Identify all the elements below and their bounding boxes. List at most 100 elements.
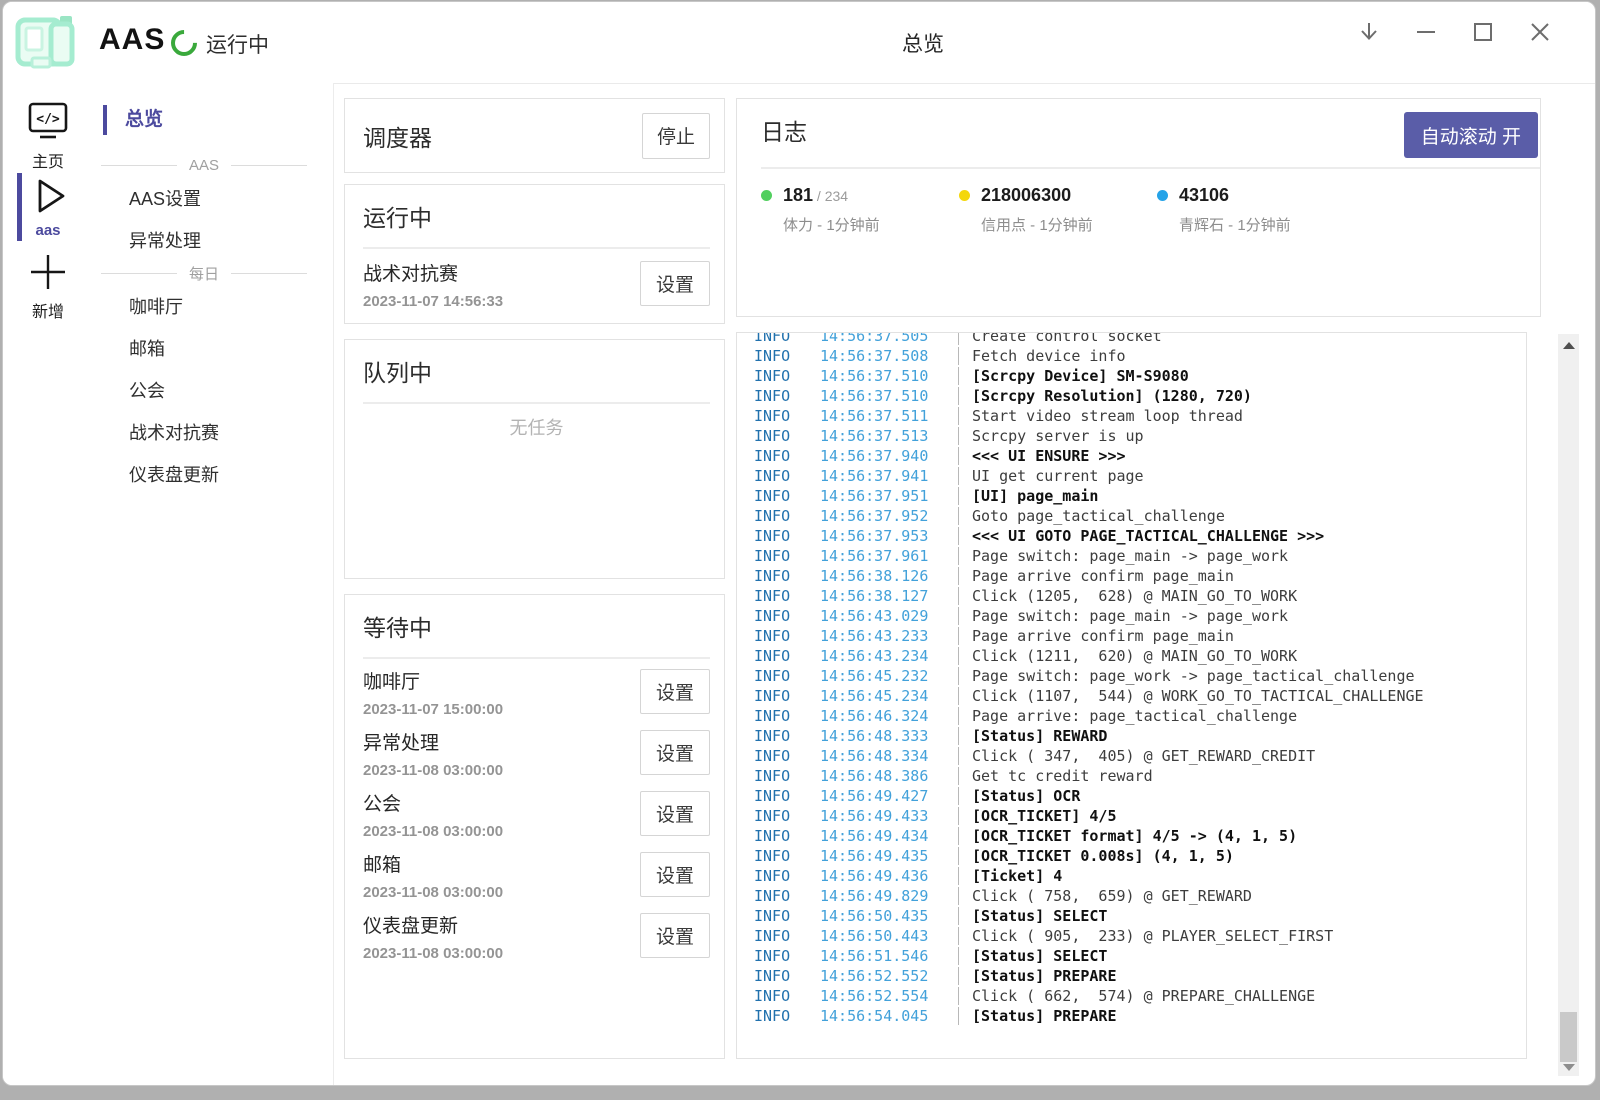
log-line: INFO14:56:49.427[Status] OCR bbox=[737, 786, 1526, 806]
log-line: INFO14:56:37.508Fetch device info bbox=[737, 346, 1526, 366]
log-line: INFO14:56:49.433[OCR_TICKET] 4/5 bbox=[737, 806, 1526, 826]
download-button[interactable] bbox=[1356, 21, 1382, 47]
menu-item-异常处理[interactable]: 异常处理 bbox=[93, 220, 333, 262]
rail-item-label: 主页 bbox=[3, 148, 93, 172]
scrollbar-thumb[interactable] bbox=[1560, 1012, 1577, 1062]
log-line: INFO14:56:37.951[UI] page_main bbox=[737, 486, 1526, 506]
log-line: INFO14:56:50.435[Status] SELECT bbox=[737, 906, 1526, 926]
scheduler-card: 调度器 停止 bbox=[344, 98, 725, 173]
menu-item-咖啡厅[interactable]: 咖啡厅 bbox=[93, 286, 333, 328]
log-view[interactable]: INFO14:56:37.505Create control socketINF… bbox=[736, 332, 1527, 1059]
maximize-button[interactable] bbox=[1470, 21, 1496, 47]
log-line: INFO14:56:37.505Create control socket bbox=[737, 332, 1526, 346]
menu-item-仪表盘更新[interactable]: 仪表盘更新 bbox=[93, 454, 333, 496]
task-name: 咖啡厅 bbox=[363, 667, 503, 694]
task-name: 仪表盘更新 bbox=[363, 911, 503, 938]
menu-item-邮箱[interactable]: 邮箱 bbox=[93, 328, 333, 370]
task-settings-button[interactable]: 设置 bbox=[640, 669, 710, 714]
running-spinner-icon bbox=[166, 25, 203, 62]
task-settings-button[interactable]: 设置 bbox=[640, 261, 710, 306]
log-line: INFO14:56:49.435[OCR_TICKET 0.008s] (4, … bbox=[737, 846, 1526, 866]
stat-label: 青辉石 - 1分钟前 bbox=[1179, 214, 1291, 235]
log-line: INFO14:56:37.513Scrcpy server is up bbox=[737, 426, 1526, 446]
rail-item-aas[interactable]: aas bbox=[3, 173, 93, 239]
task-time: 2023-11-08 03:00:00 bbox=[363, 823, 503, 840]
log-line: INFO14:56:51.546[Status] SELECT bbox=[737, 946, 1526, 966]
app-window: AAS 运行中 总览 </>主页aas新增 总览AASAAS设置异常处理每日咖啡… bbox=[2, 1, 1596, 1086]
waiting-task-row: 仪表盘更新 2023-11-08 03:00:00 设置 bbox=[363, 911, 710, 972]
log-line: INFO14:56:43.233Page arrive confirm page… bbox=[737, 626, 1526, 646]
rail-item-new[interactable]: 新增 bbox=[3, 249, 93, 322]
task-time: 2023-11-08 03:00:00 bbox=[363, 945, 503, 962]
log-line: INFO14:56:45.232Page switch: page_work -… bbox=[737, 666, 1526, 686]
minimize-icon bbox=[1413, 19, 1439, 50]
menu-item-总览[interactable]: 总览 bbox=[93, 104, 333, 136]
stat-value: 43106 bbox=[1179, 185, 1229, 206]
log-line: INFO14:56:52.554Click ( 662, 574) @ PREP… bbox=[737, 986, 1526, 1006]
stop-button[interactable]: 停止 bbox=[642, 113, 710, 159]
log-line: INFO14:56:37.940<<< UI ENSURE >>> bbox=[737, 446, 1526, 466]
waiting-card: 等待中 咖啡厅2023-11-07 15:00:00设置异常处理2023-11-… bbox=[344, 594, 725, 1059]
stat-value: 181 bbox=[783, 185, 813, 206]
task-time: 2023-11-08 03:00:00 bbox=[363, 762, 503, 779]
stat-dot-icon bbox=[761, 190, 772, 201]
menu-group-divider: 每日 bbox=[101, 262, 307, 284]
task-name: 战术对抗赛 bbox=[363, 259, 503, 286]
task-time: 2023-11-07 14:56:33 bbox=[363, 293, 503, 310]
running-task-row: 战术对抗赛 2023-11-07 14:56:33 设置 bbox=[363, 259, 710, 310]
stat-dot-icon bbox=[959, 190, 970, 201]
scrollbar-up-arrow-icon[interactable] bbox=[1558, 338, 1579, 352]
log-line: INFO14:56:48.386Get tc credit reward bbox=[737, 766, 1526, 786]
log-line: INFO14:56:49.434[OCR_TICKET format] 4/5 … bbox=[737, 826, 1526, 846]
title-bar: AAS 运行中 总览 bbox=[3, 2, 1595, 84]
log-line: INFO14:56:37.952Goto page_tactical_chall… bbox=[737, 506, 1526, 526]
log-line: INFO14:56:38.126Page arrive confirm page… bbox=[737, 566, 1526, 586]
menu-item-公会[interactable]: 公会 bbox=[93, 370, 333, 412]
stat-value: 218006300 bbox=[981, 185, 1071, 206]
log-line: INFO14:56:43.234Click (1211, 620) @ MAIN… bbox=[737, 646, 1526, 666]
window-controls bbox=[1356, 21, 1553, 47]
task-settings-button[interactable]: 设置 bbox=[640, 852, 710, 897]
maximize-icon bbox=[1470, 19, 1496, 50]
scrollbar-down-arrow-icon[interactable] bbox=[1558, 1060, 1579, 1074]
running-card: 运行中 战术对抗赛 2023-11-07 14:56:33 设置 bbox=[344, 184, 725, 324]
log-line: INFO14:56:37.961Page switch: page_main -… bbox=[737, 546, 1526, 566]
divider bbox=[363, 657, 710, 659]
log-line: INFO14:56:52.552[Status] PREPARE bbox=[737, 966, 1526, 986]
minimize-button[interactable] bbox=[1413, 21, 1439, 47]
log-line: INFO14:56:37.941UI get current page bbox=[737, 466, 1526, 486]
log-line: INFO14:56:45.234Click (1107, 544) @ WORK… bbox=[737, 686, 1526, 706]
task-settings-button[interactable]: 设置 bbox=[640, 913, 710, 958]
plus-icon bbox=[3, 249, 93, 295]
log-line: INFO14:56:43.029Page switch: page_main -… bbox=[737, 606, 1526, 626]
task-settings-button[interactable]: 设置 bbox=[640, 791, 710, 836]
menu-item-战术对抗赛[interactable]: 战术对抗赛 bbox=[93, 412, 333, 454]
app-title: AAS bbox=[99, 23, 165, 57]
waiting-task-row: 邮箱2023-11-08 03:00:00设置 bbox=[363, 850, 710, 911]
close-icon bbox=[1527, 19, 1553, 50]
log-line: INFO14:56:38.127Click (1205, 628) @ MAIN… bbox=[737, 586, 1526, 606]
running-title: 运行中 bbox=[363, 199, 710, 233]
log-scrollbar[interactable] bbox=[1558, 334, 1579, 1076]
autoscroll-toggle-button[interactable]: 自动滚动 开 bbox=[1404, 112, 1538, 158]
code-monitor-icon: </> bbox=[3, 99, 93, 145]
waiting-task-row: 咖啡厅2023-11-07 15:00:00设置 bbox=[363, 667, 710, 728]
log-line: INFO14:56:37.510[Scrcpy Resolution] (128… bbox=[737, 386, 1526, 406]
divider bbox=[761, 167, 1540, 169]
resource-stat: 43106 青辉石 - 1分钟前 bbox=[1157, 185, 1291, 235]
sidebar-menu: 总览 AASAAS设置异常处理每日咖啡厅邮箱公会战术对抗赛仪表盘更新 bbox=[93, 83, 334, 1085]
queue-card: 队列中 无任务 bbox=[344, 339, 725, 579]
close-button[interactable] bbox=[1527, 21, 1553, 47]
menu-group-divider: AAS bbox=[101, 154, 307, 176]
menu-item-AAS设置[interactable]: AAS设置 bbox=[93, 178, 333, 220]
rail-item-label: 新增 bbox=[3, 298, 93, 322]
task-name: 异常处理 bbox=[363, 728, 503, 755]
waiting-task-row: 公会2023-11-08 03:00:00设置 bbox=[363, 789, 710, 850]
log-lines: INFO14:56:37.505Create control socketINF… bbox=[737, 332, 1526, 1026]
icon-rail: </> 主页aas 新增 bbox=[3, 83, 94, 1085]
task-settings-button[interactable]: 设置 bbox=[640, 730, 710, 775]
rail-item-home[interactable]: </> 主页 bbox=[3, 99, 93, 172]
app-logo-icon bbox=[13, 9, 79, 75]
log-line: INFO14:56:37.511Start video stream loop … bbox=[737, 406, 1526, 426]
log-line: INFO14:56:46.324Page arrive: page_tactic… bbox=[737, 706, 1526, 726]
